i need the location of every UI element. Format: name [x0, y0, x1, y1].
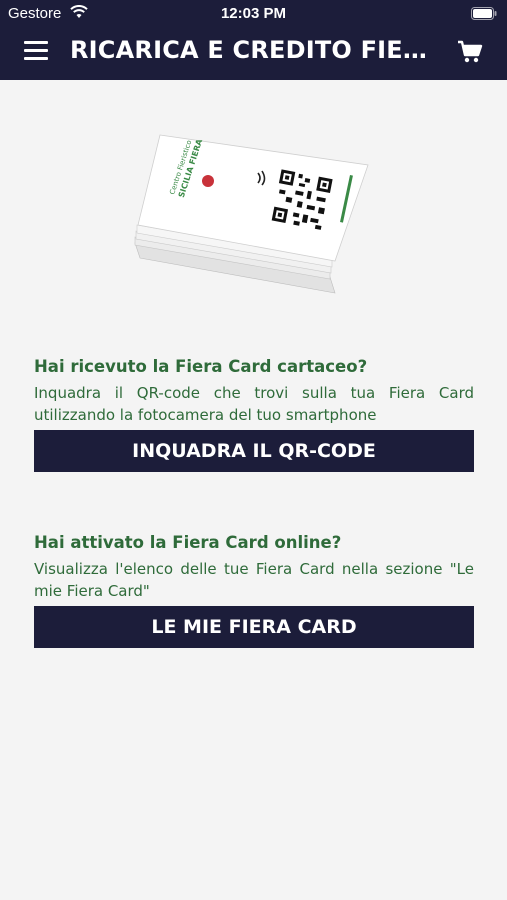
shopping-cart-icon[interactable]: [457, 40, 483, 64]
status-bar: Gestore 12:03 PM: [0, 0, 507, 28]
status-time: 12:03 PM: [220, 5, 287, 22]
battery-icon: [471, 7, 497, 20]
paper-card-heading: Hai ricevuto la Fiera Card cartaceo?: [34, 357, 368, 376]
paper-card-description: Inquadra il QR-code che trovi sulla tua …: [34, 384, 474, 424]
online-card-section: Hai attivato la Fiera Card online? Visua…: [34, 533, 474, 648]
scan-qr-code-button[interactable]: INQUADRA IL QR-CODE: [34, 430, 474, 472]
nav-row: RICARICA E CREDITO FIERA CARD: [0, 28, 507, 80]
hamburger-menu-icon[interactable]: [24, 41, 48, 63]
card-logo-mark: [202, 175, 214, 187]
online-card-description: Visualizza l'elenco delle tue Fiera Card…: [34, 560, 474, 600]
page-title: RICARICA E CREDITO FIERA CARD: [70, 36, 440, 64]
online-card-heading: Hai attivato la Fiera Card online?: [34, 533, 342, 552]
fiera-card-image: Centro Fieristico SICILIA FIERA: [134, 134, 369, 294]
paper-card-section: Hai ricevuto la Fiera Card cartaceo? Inq…: [34, 357, 474, 472]
top-bar: Gestore 12:03 PM RICARICA E CREDITO FIER…: [0, 0, 507, 80]
my-fiera-cards-button[interactable]: LE MIE FIERA CARD: [34, 606, 474, 648]
qr-code-graphic: [269, 167, 335, 233]
